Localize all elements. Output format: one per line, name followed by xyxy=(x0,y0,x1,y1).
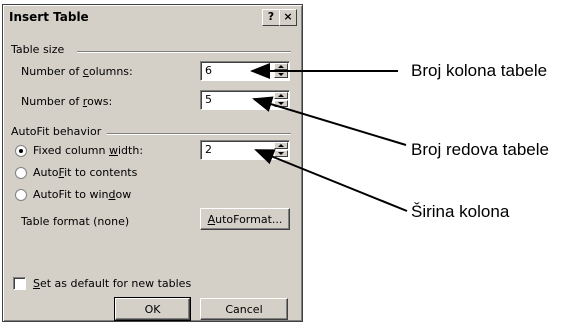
columns-callout-text: Broj kolona tabele xyxy=(411,61,548,80)
width-callout-arrow xyxy=(254,149,408,212)
callout-arrows xyxy=(250,63,408,212)
rows-callout-text: Broj redova tabele xyxy=(411,140,549,159)
rows-callout-arrow xyxy=(252,96,407,146)
width-callout-text: Širina kolona xyxy=(411,202,510,221)
